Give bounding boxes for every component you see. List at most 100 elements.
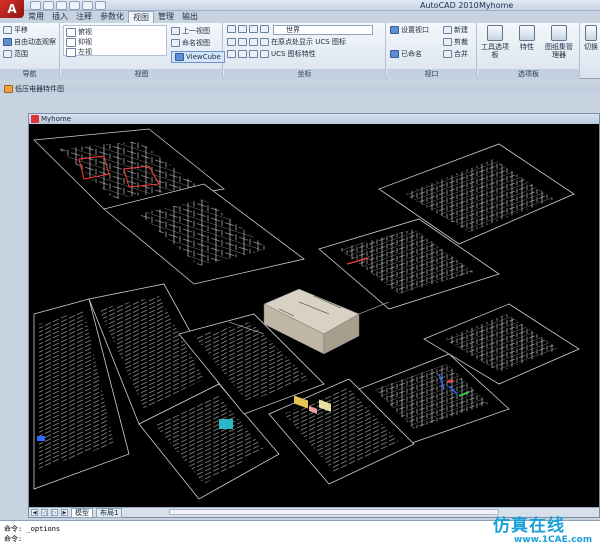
tab-manage[interactable]: 管理 [154, 11, 178, 23]
app-title: AutoCAD 2010 [420, 1, 479, 10]
bottom-view-icon [66, 37, 76, 47]
new-viewport-icon [443, 26, 452, 34]
viewport-config-button[interactable]: 设置视口 [390, 25, 429, 35]
tab-output[interactable]: 输出 [178, 11, 202, 23]
switch-windows-icon [585, 25, 597, 41]
document-tab[interactable]: 低压电器特件图 [4, 84, 64, 94]
open-file-icon[interactable] [43, 1, 54, 10]
ucs-world-icon[interactable] [238, 25, 247, 33]
properties-button[interactable]: 特性 [512, 25, 542, 51]
ucs-icon-properties-label[interactable]: UCS 图标特性 [271, 49, 316, 59]
panel-title-coordinates: 坐标 [224, 69, 385, 79]
ucs-face-icon[interactable] [238, 50, 247, 58]
ribbon: 平移 自由动态观察 范围 导航 俯视 仰视 左视 上一视图 命名视图 ViewC… [0, 23, 600, 79]
plot-icon[interactable] [95, 1, 106, 10]
document-title: Myhome [479, 1, 514, 10]
watermark-url: www.1CAE.com [514, 535, 593, 545]
sheet-set-manager-icon [551, 25, 567, 41]
ucs-tools-row-2: 在原点处显示 UCS 图标 [227, 37, 346, 47]
ucs-3point-icon[interactable] [249, 50, 258, 58]
drawing-window: Myhome ◀ ◁ ▷ ▶ 模型 布局1 [28, 113, 600, 518]
workspace-margin [0, 94, 28, 518]
quick-access-toolbar [30, 1, 106, 10]
redo-icon[interactable] [82, 1, 93, 10]
sheet-set-manager-button[interactable]: 图纸集管理器 [544, 25, 574, 59]
viewport-config-icon [390, 26, 399, 34]
previous-view-icon [171, 27, 180, 35]
viewcube-toggle[interactable]: ViewCube [171, 51, 225, 63]
view-bottom[interactable]: 仰视 [66, 37, 92, 47]
ucs-tools-row-3: UCS 图标特性 [227, 49, 316, 59]
zoom-extents-button[interactable]: 范围 [3, 49, 28, 59]
save-icon[interactable] [56, 1, 67, 10]
new-file-icon[interactable] [30, 1, 41, 10]
panel-views: 俯视 仰视 左视 上一视图 命名视图 ViewCube 视图 [61, 23, 225, 79]
panel-title-viewports: 视口 [387, 69, 476, 79]
undo-icon[interactable] [69, 1, 80, 10]
panel-viewports: 设置视口 新建 剪裁 已命名 合并 视口 [387, 23, 477, 79]
tool-palettes-icon [487, 25, 503, 41]
panel-title-navigate: 导航 [0, 69, 59, 79]
drawing-window-icon [31, 115, 39, 123]
tool-palettes-button[interactable]: 工具选项板 [480, 25, 510, 59]
ucs-tools-row-1 [227, 25, 269, 33]
new-viewport-button[interactable]: 新建 [443, 25, 468, 35]
title-bar: AutoCAD 2010 Myhome [0, 0, 600, 11]
zoom-icon [3, 50, 12, 58]
panel-navigate: 平移 自由动态观察 范围 导航 [0, 23, 60, 79]
drawing-window-titlebar: Myhome [29, 114, 599, 124]
tab-home[interactable]: 常用 [24, 11, 48, 23]
tab-annotate[interactable]: 注释 [72, 11, 96, 23]
next-layout-arrow-icon[interactable]: ▷ [51, 509, 58, 516]
view-left[interactable]: 左视 [66, 47, 92, 57]
panel-title-palettes: 选项板 [478, 69, 579, 79]
application-menu-button[interactable]: A [0, 0, 24, 18]
tab-insert[interactable]: 插入 [48, 11, 72, 23]
prev-layout-arrow-icon[interactable]: ◁ [41, 509, 48, 516]
properties-icon [519, 25, 535, 41]
ucs-zaxis-icon[interactable] [260, 25, 269, 33]
ucs-object-icon[interactable] [227, 50, 236, 58]
command-history-line: 命令: _options [4, 525, 61, 533]
first-layout-arrow-icon[interactable]: ◀ [31, 509, 38, 516]
clip-viewport-button[interactable]: 剪裁 [443, 37, 468, 47]
panel-palettes: 工具选项板 特性 图纸集管理器 选项板 [478, 23, 580, 79]
switch-windows-button[interactable]: 切换 [582, 25, 600, 51]
tab-view[interactable]: 视图 [128, 11, 154, 23]
named-views-button[interactable]: 命名视图 [171, 38, 210, 48]
tab-model[interactable]: 模型 [71, 507, 93, 518]
panel-coordinates: 世界 在原点处显示 UCS 图标 UCS 图标特性 坐标 [224, 23, 386, 79]
join-icon [443, 50, 452, 58]
drawing-file-icon [4, 85, 13, 93]
ucs-apply-icon[interactable] [260, 50, 269, 58]
horizontal-scrollbar[interactable] [169, 509, 499, 515]
named-viewports-icon [390, 50, 399, 58]
ucs-y-icon[interactable] [238, 38, 247, 46]
view-list: 俯视 仰视 左视 [63, 25, 167, 57]
ucs-origin-icon[interactable] [249, 25, 258, 33]
ribbon-tabs: 常用 插入 注释 参数化 视图 管理 输出 [24, 11, 202, 23]
view-top[interactable]: 俯视 [66, 27, 92, 37]
ucs-z-icon[interactable] [249, 38, 258, 46]
ucs-icon-at-origin-label[interactable]: 在原点处显示 UCS 图标 [271, 37, 346, 47]
ucs-select[interactable]: 世界 [273, 25, 373, 35]
pan-button[interactable]: 平移 [3, 25, 28, 35]
document-tab-strip [0, 84, 600, 94]
pan-icon [3, 26, 12, 34]
named-viewports-button[interactable]: 已命名 [390, 49, 422, 59]
last-layout-arrow-icon[interactable]: ▶ [61, 509, 68, 516]
clip-icon [443, 38, 452, 46]
previous-view-button[interactable]: 上一视图 [171, 26, 210, 36]
join-viewports-button[interactable]: 合并 [443, 49, 468, 59]
top-view-icon [66, 27, 76, 37]
tab-layout1[interactable]: 布局1 [96, 507, 123, 518]
command-prompt[interactable]: 命令: [4, 534, 22, 544]
orbit-icon [3, 38, 12, 46]
tab-parametric[interactable]: 参数化 [96, 11, 128, 23]
named-views-icon [171, 39, 180, 47]
ucs-icon[interactable] [227, 25, 236, 33]
model-space-canvas[interactable] [29, 124, 599, 507]
free-orbit-button[interactable]: 自由动态观察 [3, 37, 56, 47]
ucs-x-icon[interactable] [227, 38, 236, 46]
ucs-view-icon[interactable] [260, 38, 269, 46]
